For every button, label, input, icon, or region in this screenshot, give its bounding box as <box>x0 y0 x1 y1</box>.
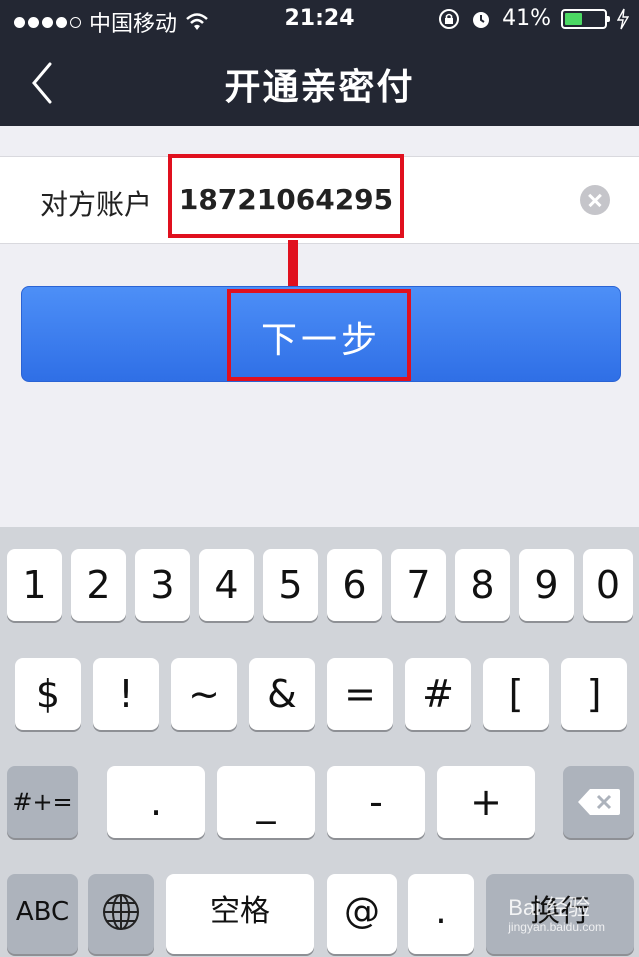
page-title: 开通亲密付 <box>224 67 415 108</box>
key-6[interactable]: 6 <box>327 549 382 621</box>
watermark-brand: Bai 经验 <box>508 895 591 920</box>
key-right-bracket[interactable]: ] <box>561 658 627 730</box>
highlight-connector <box>288 240 298 288</box>
account-field-row: 对方账户 18721064295 <box>0 154 639 244</box>
key-abc[interactable]: ABC <box>7 874 78 954</box>
key-5[interactable]: 5 <box>263 549 318 621</box>
key-4[interactable]: 4 <box>199 549 254 621</box>
key-dot[interactable]: . <box>408 874 474 954</box>
key-0[interactable]: 0 <box>583 549 633 621</box>
top-bar: 中国移动 21:24 41% 开通亲密付 <box>0 0 639 126</box>
key-1[interactable]: 1 <box>7 549 62 621</box>
account-label: 对方账户 <box>40 188 153 221</box>
key-8[interactable]: 8 <box>455 549 510 621</box>
battery-icon <box>561 8 610 29</box>
key-period[interactable]: . <box>107 766 205 838</box>
key-equals[interactable]: = <box>327 658 393 730</box>
key-dollar[interactable]: $ <box>15 658 81 730</box>
next-step-button[interactable]: 下一步 <box>21 286 621 382</box>
backspace-icon <box>577 789 620 815</box>
key-7[interactable]: 7 <box>391 549 446 621</box>
key-plus[interactable]: + <box>437 766 535 838</box>
baidu-watermark: Bai 经验 jingyan.baidu.com <box>508 890 605 934</box>
key-more-symbols[interactable]: #+= <box>7 766 78 838</box>
key-exclamation[interactable]: ! <box>93 658 159 730</box>
key-globe[interactable] <box>88 874 154 954</box>
status-bar: 中国移动 21:24 41% <box>0 0 639 40</box>
key-2[interactable]: 2 <box>71 549 126 621</box>
key-tilde[interactable]: ~ <box>171 658 237 730</box>
key-backspace[interactable] <box>563 766 634 838</box>
key-left-bracket[interactable]: [ <box>483 658 549 730</box>
globe-icon <box>103 894 139 930</box>
key-at[interactable]: @ <box>327 874 397 954</box>
app-screen: 中国移动 21:24 41% 开通亲密付 对方账户 18721064295 下一… <box>0 0 639 957</box>
key-9[interactable]: 9 <box>519 549 574 621</box>
battery-percent: 41% <box>502 6 551 31</box>
charging-icon <box>617 8 629 29</box>
watermark-url: jingyan.baidu.com <box>508 920 605 934</box>
clear-input-icon[interactable] <box>580 185 610 215</box>
rotation-lock-icon <box>439 8 460 29</box>
key-minus[interactable]: - <box>327 766 425 838</box>
account-input[interactable]: 18721064295 <box>168 154 404 238</box>
key-hash[interactable]: # <box>405 658 471 730</box>
navigation-bar: 开通亲密付 <box>0 40 639 126</box>
key-underscore[interactable]: _ <box>217 766 315 838</box>
next-step-label: 下一步 <box>260 320 381 361</box>
key-ampersand[interactable]: & <box>249 658 315 730</box>
key-3[interactable]: 3 <box>135 549 190 621</box>
key-space[interactable]: 空格 <box>166 874 314 954</box>
alarm-icon <box>473 11 490 28</box>
status-right: 41% <box>438 6 629 31</box>
